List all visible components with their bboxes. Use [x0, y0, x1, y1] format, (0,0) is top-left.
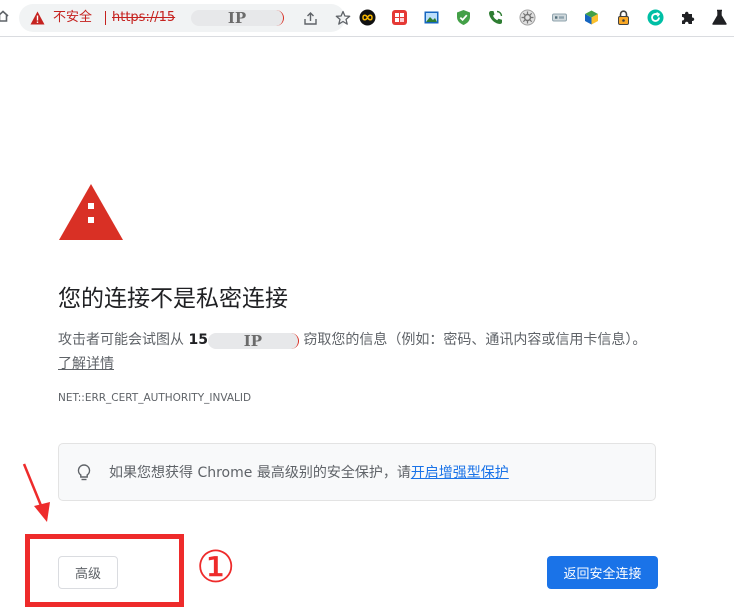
infinity-icon[interactable] — [359, 9, 376, 26]
image-icon[interactable] — [423, 9, 440, 26]
url-redaction: IP — [191, 10, 284, 26]
description-text: 攻击者可能会试图从 — [58, 332, 189, 348]
refresh-circle-icon[interactable] — [647, 9, 664, 26]
lightbulb-icon — [77, 464, 91, 481]
warning-description: 攻击者可能会试图从 15 IP 窃取您的信息（例如：密码、通讯内容或信用卡信息）。… — [58, 328, 658, 376]
not-secure-warning-icon[interactable] — [30, 11, 45, 25]
not-secure-label[interactable]: 不安全 — [53, 9, 92, 27]
learn-more-link[interactable]: 了解详情 — [58, 356, 114, 372]
ip-prefix: 15 — [188, 332, 208, 348]
enhanced-protection-message: 如果您想获得 Chrome 最高级别的安全保护，请 — [109, 465, 411, 481]
shield-check-icon[interactable] — [455, 9, 472, 26]
url-text[interactable]: https://15 — [112, 9, 175, 27]
bookmark-star-icon[interactable] — [335, 10, 351, 26]
ip-redaction: IP — [207, 333, 299, 349]
back-to-safety-button[interactable]: 返回安全连接 — [547, 556, 658, 589]
browser-toolbar: 不安全 https://15 IP — [0, 0, 734, 37]
gear-circle-icon[interactable] — [519, 9, 536, 26]
description-text-end: 窃取您的信息（例如：密码、通讯内容或信用卡信息）。 — [298, 332, 647, 348]
warning-triangle-icon — [59, 184, 123, 240]
flask-icon[interactable] — [711, 9, 728, 26]
enhanced-protection-banner: 如果您想获得 Chrome 最高级别的安全保护，请开启增强型保护 — [58, 443, 656, 501]
annotation-highlight-box — [25, 534, 184, 607]
home-icon[interactable] — [0, 9, 10, 23]
omnibox-separator — [105, 11, 106, 25]
cube-icon[interactable] — [583, 9, 600, 26]
page-title: 您的连接不是私密连接 — [58, 286, 288, 312]
tag-icon[interactable] — [551, 9, 568, 26]
lock-icon[interactable] — [615, 9, 632, 26]
enhanced-protection-text: 如果您想获得 Chrome 最高级别的安全保护，请开启增强型保护 — [109, 463, 509, 483]
share-icon[interactable] — [303, 11, 318, 26]
grid-app-icon[interactable] — [391, 9, 408, 26]
annotation-arrow-icon — [22, 463, 50, 522]
phone-icon[interactable] — [487, 9, 504, 26]
enable-enhanced-protection-link[interactable]: 开启增强型保护 — [411, 465, 509, 481]
address-bar[interactable]: 不安全 https://15 IP — [19, 4, 351, 32]
puzzle-icon[interactable] — [679, 9, 696, 26]
step-number-badge: ① — [196, 542, 236, 593]
error-code[interactable]: NET::ERR_CERT_AUTHORITY_INVALID — [58, 392, 251, 404]
